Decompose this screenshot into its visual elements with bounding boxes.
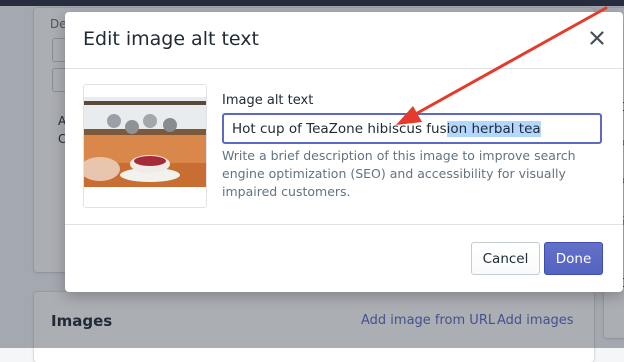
cancel-button[interactable]: Cancel: [471, 242, 540, 275]
alt-text-label: Image alt text: [222, 93, 314, 108]
modal-header: Edit image alt text: [65, 12, 623, 69]
selected-text: ion herbal tea: [446, 120, 541, 137]
close-button[interactable]: [583, 24, 611, 52]
alt-text-value: Hot cup of TeaZone hibiscus fus: [232, 120, 447, 137]
alt-text-help: Write a brief description of this image …: [222, 148, 576, 199]
done-button[interactable]: Done: [544, 242, 603, 275]
modal-footer: Cancel Done: [65, 224, 623, 293]
modal-title: Edit image alt text: [83, 28, 259, 50]
close-icon: [590, 31, 604, 45]
edit-alt-text-modal: Edit image alt text Image alt text Hot c…: [65, 12, 623, 292]
alt-text-input[interactable]: Hot cup of TeaZone hibiscus fus ion herba…: [222, 113, 602, 144]
product-image-thumbnail: [83, 84, 207, 208]
